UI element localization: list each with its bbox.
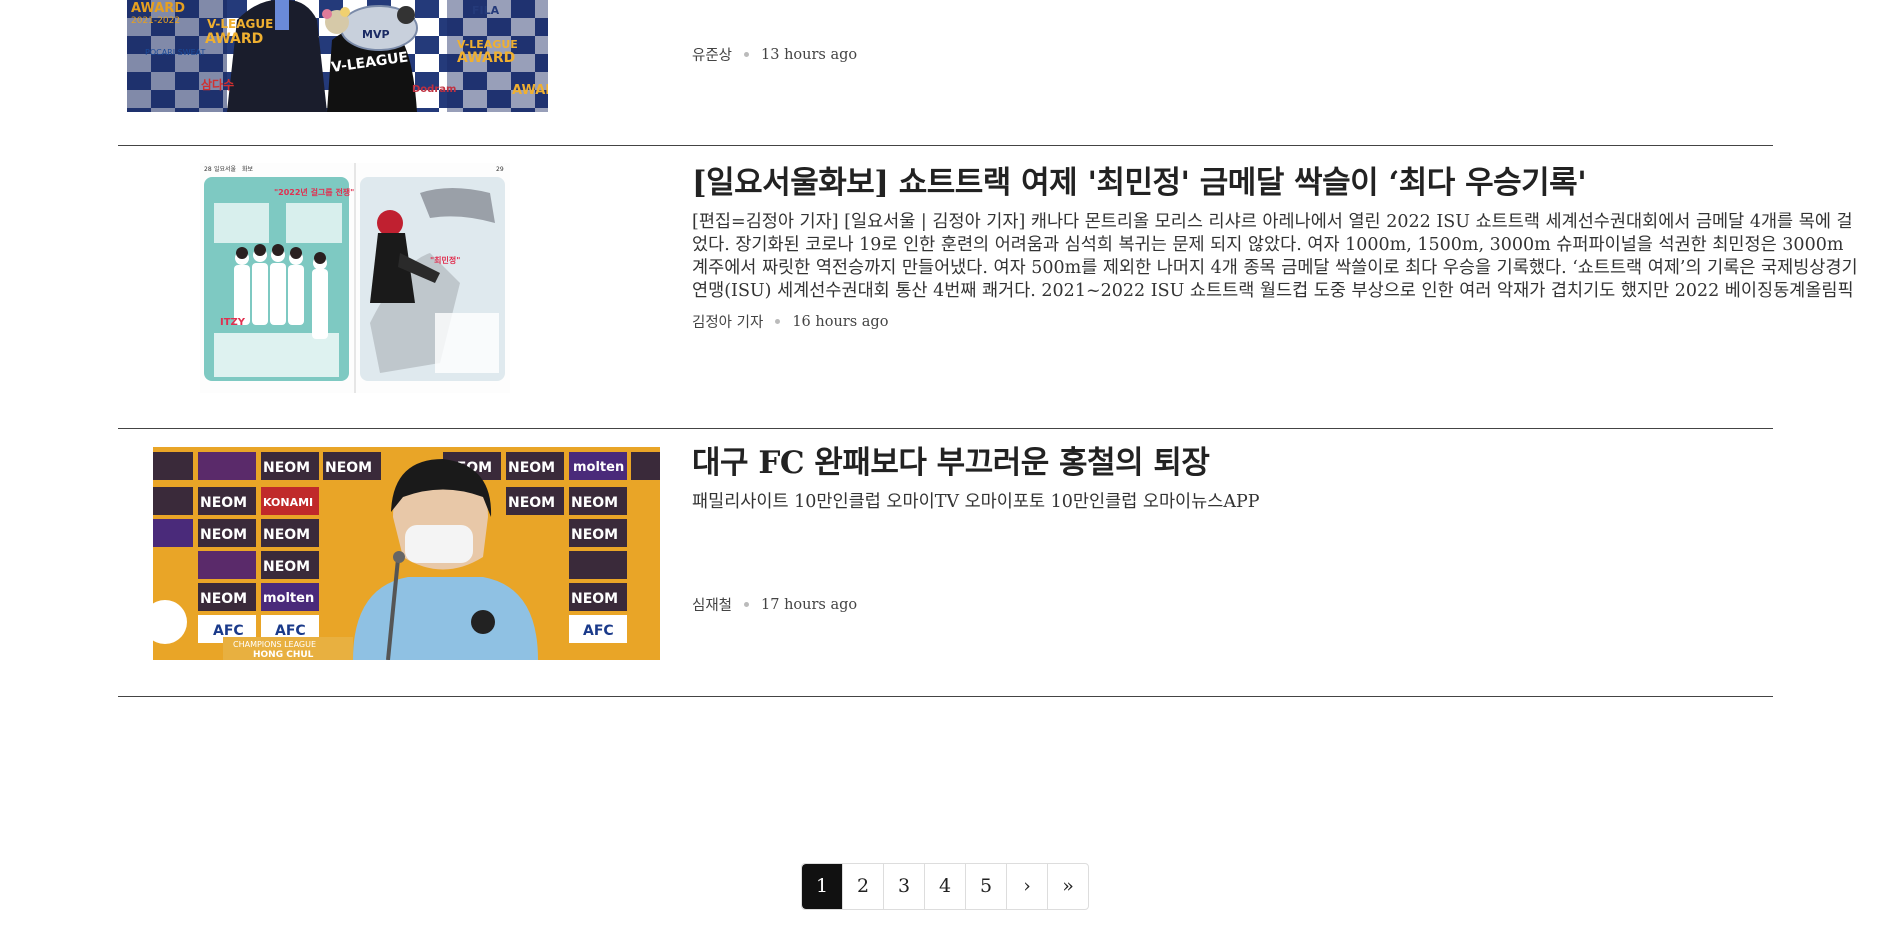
last-page-button[interactable]: » xyxy=(1047,864,1088,909)
article-thumbnail-magazine[interactable]: 28 일요서울 화보 29 "2022년 걸그룹 전쟁" ITZY "최민정" xyxy=(200,163,510,393)
svg-text:NEOM: NEOM xyxy=(200,495,247,511)
article-author[interactable]: 유준상 xyxy=(692,44,732,65)
svg-text:삼다수: 삼다수 xyxy=(201,77,234,92)
svg-text:NEOM: NEOM xyxy=(263,527,310,543)
page-3-button[interactable]: 3 xyxy=(883,864,924,909)
svg-text:CHAMPIONS LEAGUE: CHAMPIONS LEAGUE xyxy=(233,640,316,649)
svg-text:NEOM: NEOM xyxy=(263,460,310,476)
svg-text:V-LEAGUE: V-LEAGUE xyxy=(207,17,273,31)
svg-text:AFC: AFC xyxy=(213,623,244,639)
article-meta: 심재철 17 hours ago xyxy=(692,594,857,615)
article-summary: 패밀리사이트 10만인클럽 오마이TV 오마이포토 10만인클럽 오마이뉴스AP… xyxy=(692,492,1260,512)
svg-text:molten: molten xyxy=(573,460,624,475)
svg-text:AWARD: AWARD xyxy=(205,31,263,47)
pagination: 1 2 3 4 5 › » xyxy=(801,863,1089,910)
article-thumbnail-football[interactable]: NEOM NEOM NEOM NEOM molten NEOM KONAMI N… xyxy=(153,447,660,660)
page-2-button[interactable]: 2 xyxy=(842,864,883,909)
article-meta: 유준상 13 hours ago xyxy=(692,44,857,65)
article-time: 17 hours ago xyxy=(761,596,858,613)
svg-text:ITZY: ITZY xyxy=(220,317,246,328)
svg-text:Dodram: Dodram xyxy=(412,84,456,95)
separator-dot xyxy=(775,319,781,324)
article-time: 13 hours ago xyxy=(761,46,858,63)
page-1-button[interactable]: 1 xyxy=(802,864,842,909)
article-author[interactable]: 심재철 xyxy=(692,594,732,615)
svg-text:일요서울: 일요서울 xyxy=(214,165,237,173)
svg-text:NEOM: NEOM xyxy=(571,591,618,607)
svg-text:28: 28 xyxy=(204,166,212,173)
press-conference-photo: NEOM NEOM NEOM NEOM molten NEOM KONAMI N… xyxy=(153,447,660,660)
article-author[interactable]: 김정아 기자 xyxy=(692,311,763,332)
article-item[interactable]: NEOM NEOM NEOM NEOM molten NEOM KONAMI N… xyxy=(118,429,1773,697)
article-time: 16 hours ago xyxy=(792,313,889,330)
next-page-button[interactable]: › xyxy=(1006,864,1047,909)
svg-text:KONAMI: KONAMI xyxy=(263,496,313,509)
svg-text:NEOM: NEOM xyxy=(571,495,618,511)
article-summary: [편집=김정아 기자] [일요서울 | 김정아 기자] 캐나다 몬트리올 모리스… xyxy=(692,212,1858,301)
article-title[interactable]: 대구 FC 완패보다 부끄러운 홍철의 퇴장 xyxy=(692,443,1862,483)
article-content: [일요서울화보] 쇼트트랙 여제 '최민정' 금메달 싹슬이 ‘최다 우승기록'… xyxy=(692,163,1862,303)
svg-text:FILA: FILA xyxy=(472,4,500,17)
award-text: AWARD xyxy=(131,1,185,16)
article-thumbnail-award[interactable]: AWARD 2021-2022 V-LEAGUE AWARD FILA POCA… xyxy=(127,0,548,112)
svg-text:2021-2022: 2021-2022 xyxy=(131,16,180,26)
article-item[interactable]: 28 일요서울 화보 29 "2022년 걸그룹 전쟁" ITZY "최민정" … xyxy=(118,146,1858,429)
separator-dot xyxy=(744,602,750,607)
svg-text:AWARD: AWARD xyxy=(512,83,548,98)
article-list: AWARD 2021-2022 V-LEAGUE AWARD FILA POCA… xyxy=(118,0,1858,697)
magazine-spread-photo: 28 일요서울 화보 29 "2022년 걸그룹 전쟁" ITZY "최민정" xyxy=(200,163,510,393)
svg-text:POCARI SWEAT: POCARI SWEAT xyxy=(145,48,206,57)
svg-text:화보: 화보 xyxy=(242,166,254,173)
svg-text:"2022년 걸그룹 전쟁": "2022년 걸그룹 전쟁" xyxy=(274,187,354,197)
svg-text:AFC: AFC xyxy=(583,623,614,639)
article-content: 대구 FC 완패보다 부끄러운 홍철의 퇴장 패밀리사이트 10만인클럽 오마이… xyxy=(692,443,1862,606)
svg-text:29: 29 xyxy=(496,166,504,173)
svg-text:NEOM: NEOM xyxy=(325,460,372,476)
svg-text:AWARD: AWARD xyxy=(457,50,515,66)
svg-text:NEOM: NEOM xyxy=(200,591,247,607)
svg-text:NEOM: NEOM xyxy=(508,460,555,476)
page-5-button[interactable]: 5 xyxy=(965,864,1006,909)
svg-text:NEOM: NEOM xyxy=(508,495,555,511)
separator-dot xyxy=(744,52,750,57)
article-item[interactable]: AWARD 2021-2022 V-LEAGUE AWARD FILA POCA… xyxy=(118,0,1773,146)
svg-text:NEOM: NEOM xyxy=(200,527,247,543)
page-4-button[interactable]: 4 xyxy=(924,864,965,909)
svg-text:molten: molten xyxy=(263,591,314,606)
svg-text:HONG CHUL: HONG CHUL xyxy=(253,650,314,660)
article-title[interactable]: [일요서울화보] 쇼트트랙 여제 '최민정' 금메달 싹슬이 ‘최다 우승기록' xyxy=(692,163,1862,203)
svg-text:MVP: MVP xyxy=(362,28,390,41)
svg-text:AFC: AFC xyxy=(275,623,306,639)
award-photo: AWARD 2021-2022 V-LEAGUE AWARD FILA POCA… xyxy=(127,0,548,112)
svg-text:NEOM: NEOM xyxy=(571,527,618,543)
article-meta: 김정아 기자 16 hours ago xyxy=(692,311,888,332)
svg-text:NEOM: NEOM xyxy=(263,559,310,575)
svg-text:"최민정": "최민정" xyxy=(430,255,460,265)
